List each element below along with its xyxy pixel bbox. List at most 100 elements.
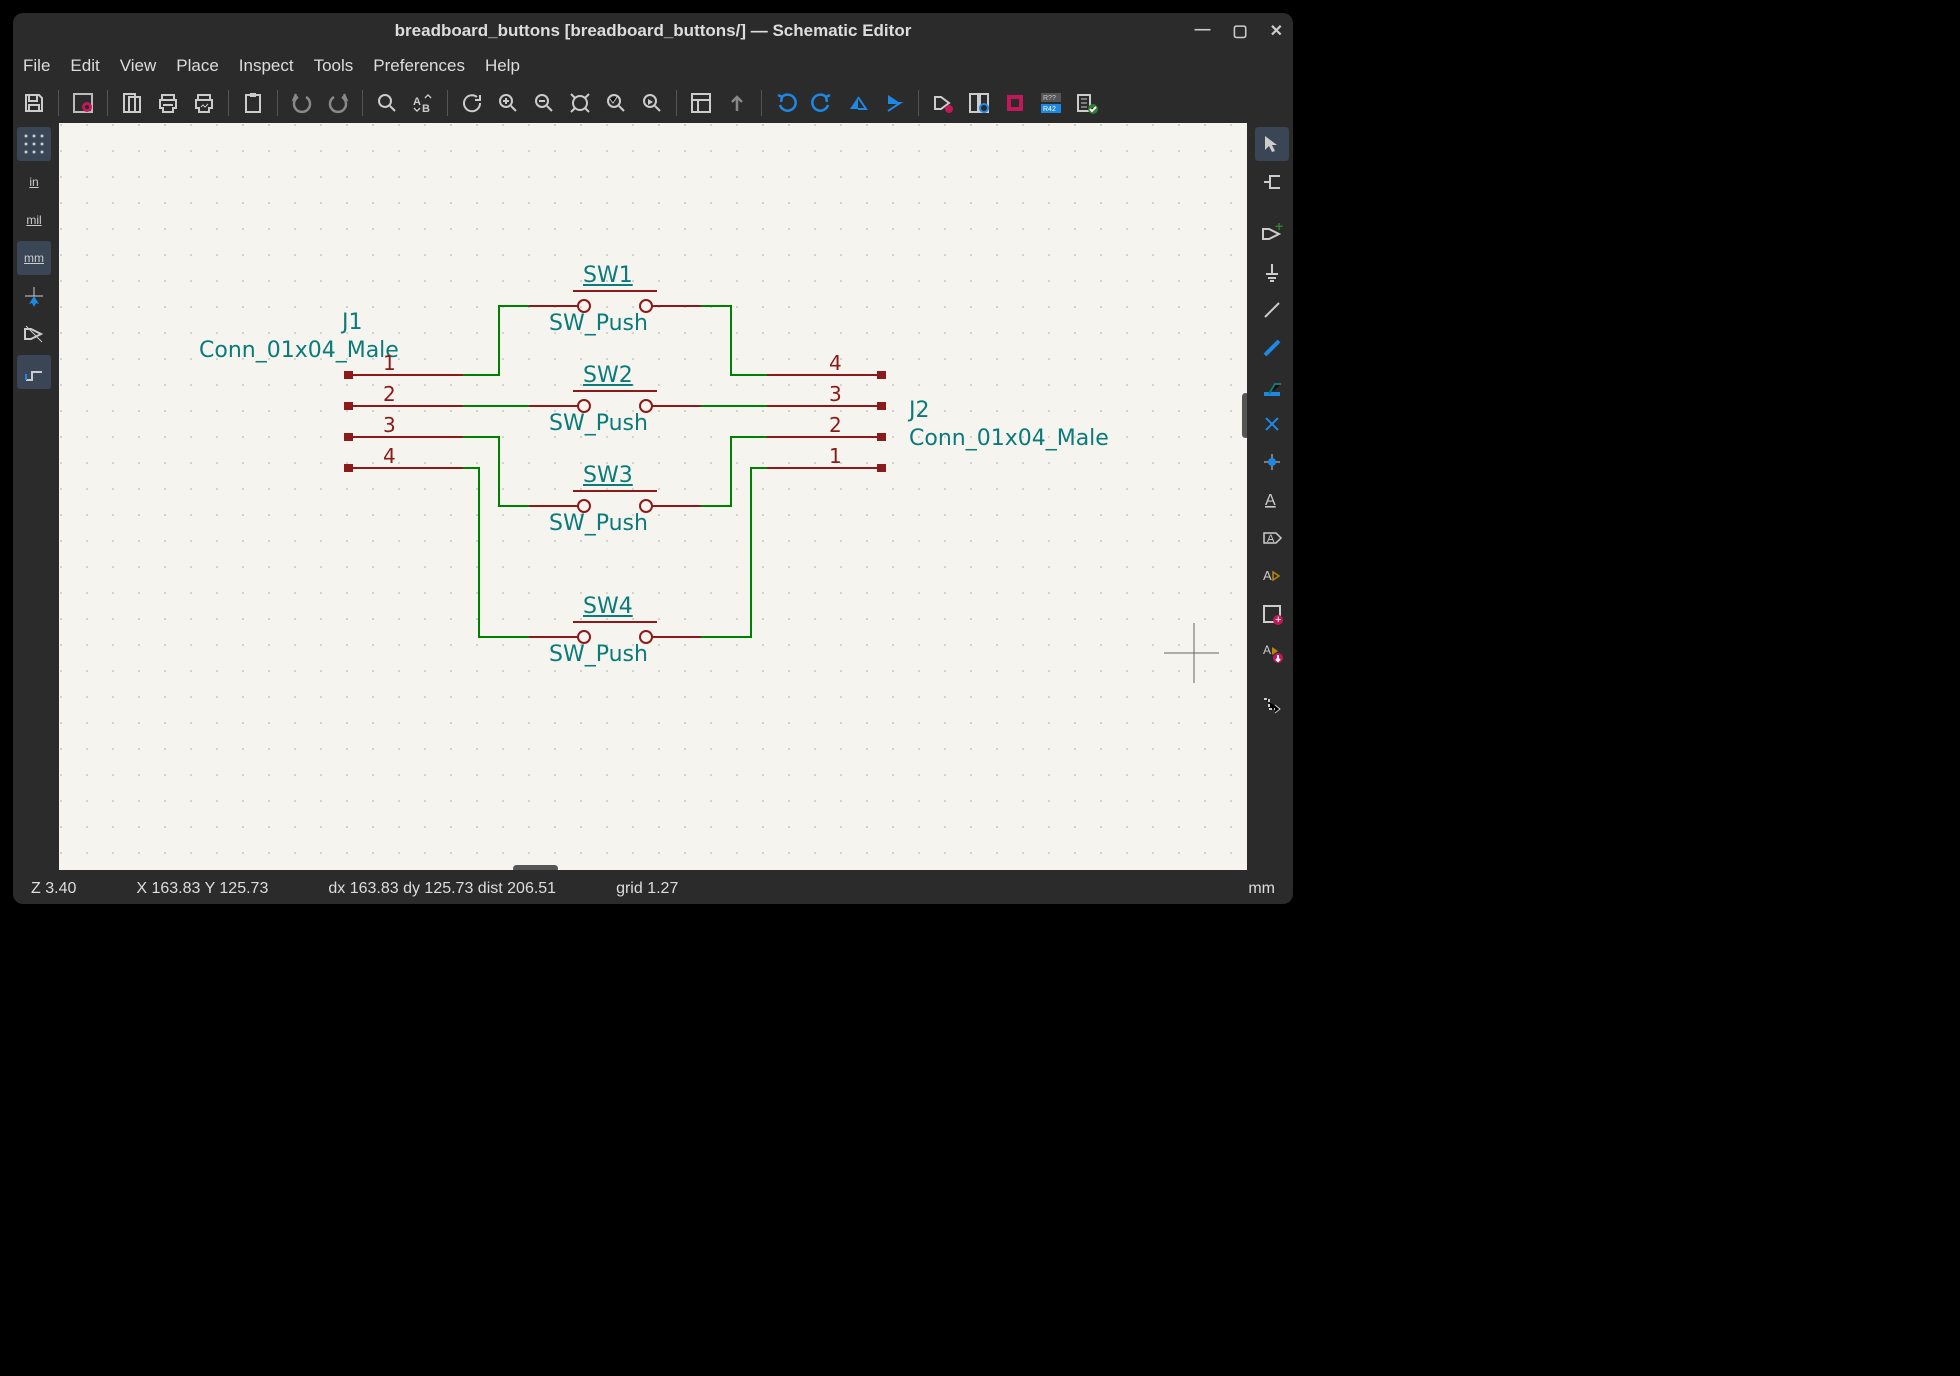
menubar: File Edit View Place Inspect Tools Prefe…	[13, 49, 1293, 83]
menu-file[interactable]: File	[23, 56, 50, 76]
j1-pin4: 4	[383, 444, 396, 468]
maximize-icon[interactable]: ▢	[1232, 21, 1247, 41]
plot-icon[interactable]	[189, 88, 219, 118]
j2-pin1: 1	[829, 444, 842, 468]
menu-edit[interactable]: Edit	[70, 56, 99, 76]
show-grid-icon[interactable]	[17, 127, 51, 161]
j1-value[interactable]: Conn_01x04_Male	[199, 338, 399, 363]
j1-pin2: 2	[383, 382, 396, 406]
svg-text:+: +	[1275, 223, 1283, 234]
svg-text:A: A	[1263, 643, 1271, 657]
sw3-ref[interactable]: SW3	[583, 463, 633, 488]
j2-value[interactable]: Conn_01x04_Male	[909, 426, 1109, 451]
select-tool-icon[interactable]	[1255, 127, 1289, 161]
menu-help[interactable]: Help	[485, 56, 520, 76]
vertical-scrollbar[interactable]	[1242, 393, 1247, 438]
sw2-ref[interactable]: SW2	[583, 363, 633, 388]
top-toolbar: AB R?? R42	[13, 83, 1293, 123]
add-global-label-icon[interactable]: A	[1255, 521, 1289, 555]
find-replace-icon[interactable]: AB	[408, 88, 438, 118]
titlebar: breadboard_buttons [breadboard_buttons/]…	[13, 13, 1293, 49]
menu-tools[interactable]: Tools	[314, 56, 354, 76]
unit-in-icon[interactable]: in	[17, 165, 51, 199]
zoom-fit-icon[interactable]	[565, 88, 595, 118]
refresh-icon[interactable]	[457, 88, 487, 118]
add-bus-entry-icon[interactable]	[1255, 369, 1289, 403]
erc-icon[interactable]	[1072, 88, 1102, 118]
zoom-out-icon[interactable]	[529, 88, 559, 118]
import-sheet-pin-icon[interactable]: A	[1255, 635, 1289, 669]
symbol-browser-icon[interactable]	[964, 88, 994, 118]
free-angle-icon[interactable]	[17, 355, 51, 389]
schematic-setup-icon[interactable]	[68, 88, 98, 118]
mirror-v-icon[interactable]	[843, 88, 873, 118]
print-icon[interactable]	[153, 88, 183, 118]
symbol-editor-icon[interactable]	[928, 88, 958, 118]
add-junction-icon[interactable]	[1255, 445, 1289, 479]
status-dxy: dx 163.83 dy 125.73 dist 206.51	[328, 880, 556, 898]
redo-icon[interactable]	[323, 88, 353, 118]
rotate-cw-icon[interactable]	[807, 88, 837, 118]
add-noconnect-icon[interactable]	[1255, 407, 1289, 441]
status-zoom: Z 3.40	[31, 880, 76, 898]
close-icon[interactable]: ✕	[1270, 21, 1283, 41]
statusbar: Z 3.40 X 163.83 Y 125.73 dx 163.83 dy 12…	[13, 874, 1293, 904]
leave-sheet-icon[interactable]	[722, 88, 752, 118]
sw3-value[interactable]: SW_Push	[549, 511, 648, 536]
find-icon[interactable]	[372, 88, 402, 118]
svg-text:R42: R42	[1043, 106, 1056, 113]
unit-mm-icon[interactable]: mm	[17, 241, 51, 275]
add-bus-icon[interactable]	[1255, 331, 1289, 365]
horizontal-scrollbar[interactable]	[513, 865, 558, 870]
svg-text:+: +	[1275, 614, 1281, 625]
hidden-pins-icon[interactable]	[17, 317, 51, 351]
add-sheet-icon[interactable]: +	[1255, 597, 1289, 631]
zoom-selection-icon[interactable]	[637, 88, 667, 118]
menu-place[interactable]: Place	[176, 56, 219, 76]
j2-pin3: 3	[829, 382, 842, 406]
sw1-value[interactable]: SW_Push	[549, 311, 648, 336]
unit-mil-icon[interactable]: mil	[17, 203, 51, 237]
hierarchy-nav-icon[interactable]	[686, 88, 716, 118]
save-icon[interactable]	[19, 88, 49, 118]
zoom-objects-icon[interactable]	[601, 88, 631, 118]
j2-ref[interactable]: J2	[909, 398, 930, 423]
svg-text:R??: R??	[1043, 95, 1056, 102]
menu-preferences[interactable]: Preferences	[373, 56, 465, 76]
add-line-icon[interactable]	[1255, 687, 1289, 721]
status-grid: grid 1.27	[616, 880, 678, 898]
status-xy: X 163.83 Y 125.73	[136, 880, 268, 898]
sw2-value[interactable]: SW_Push	[549, 411, 648, 436]
sw1-ref[interactable]: SW1	[583, 263, 633, 288]
add-power-icon[interactable]	[1255, 255, 1289, 289]
add-symbol-icon[interactable]: +	[1255, 217, 1289, 251]
svg-text:A: A	[1265, 492, 1276, 509]
menu-view[interactable]: View	[120, 56, 157, 76]
undo-icon[interactable]	[287, 88, 317, 118]
svg-text:A: A	[1267, 533, 1275, 545]
add-hier-label-icon[interactable]: A	[1255, 559, 1289, 593]
add-wire-icon[interactable]	[1255, 293, 1289, 327]
zoom-in-icon[interactable]	[493, 88, 523, 118]
j1-ref[interactable]: J1	[342, 310, 363, 335]
menu-inspect[interactable]: Inspect	[239, 56, 294, 76]
paste-icon[interactable]	[238, 88, 268, 118]
cursor-shape-icon[interactable]	[17, 279, 51, 313]
svg-text:A: A	[413, 96, 421, 108]
left-toolbar: in mil mm	[13, 123, 55, 874]
sw4-value[interactable]: SW_Push	[549, 642, 648, 667]
schematic-drawing[interactable]	[59, 123, 1219, 783]
highlight-net-icon[interactable]	[1255, 165, 1289, 199]
annotate-icon[interactable]: R?? R42	[1036, 88, 1066, 118]
minimize-icon[interactable]: —	[1194, 21, 1210, 41]
page-settings-icon[interactable]	[117, 88, 147, 118]
mirror-h-icon[interactable]	[879, 88, 909, 118]
j1-pin1: 1	[383, 351, 396, 375]
rotate-ccw-icon[interactable]	[771, 88, 801, 118]
canvas-viewport[interactable]: J1 Conn_01x04_Male 1 2 3 4 J2 Conn_01x04…	[55, 123, 1251, 874]
sw4-ref[interactable]: SW4	[583, 594, 633, 619]
add-label-icon[interactable]: A	[1255, 483, 1289, 517]
window-title: breadboard_buttons [breadboard_buttons/]…	[395, 21, 912, 41]
j1-pin3: 3	[383, 413, 396, 437]
footprint-assign-icon[interactable]	[1000, 88, 1030, 118]
